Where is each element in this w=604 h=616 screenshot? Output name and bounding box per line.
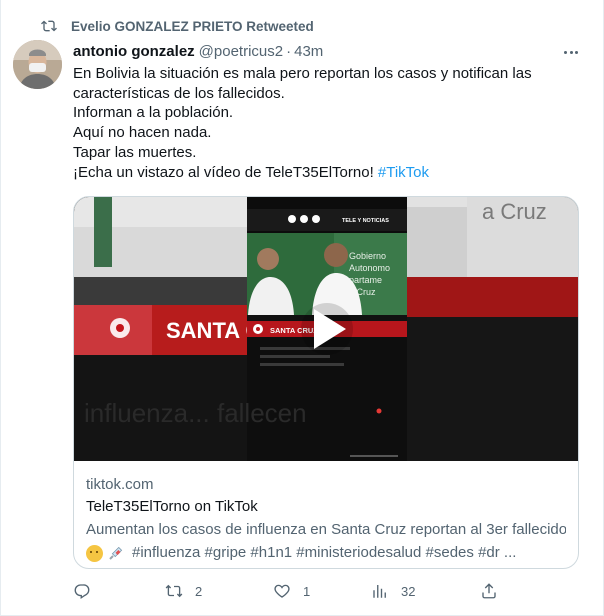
author-handle[interactable]: @poetricus2 [199,43,283,60]
tweet-text-line: características de los fallecidos. [73,84,285,102]
views-count: 32 [401,583,416,599]
tweet-text: En Bolivia la situación es mala pero rep… [73,64,591,182]
bottom-overlay-text: influenza... fallecen [84,398,307,428]
like-count: 1 [303,583,311,599]
tweet-text-line-last: ¡Echa un vistazo al vídeo de TeleT35ElTo… [73,163,591,183]
play-icon [301,303,353,355]
card-description-tags: #influenza #gripe #h1n1 #ministeriodesal… [86,543,566,563]
retweet-icon [165,584,183,598]
reply-icon [74,584,90,600]
reply-button[interactable] [73,582,103,600]
heart-icon [274,584,290,598]
tweet-text-line: Informan a la población. [73,104,234,122]
baby-emoji-icon [86,544,103,562]
views-button[interactable]: 32 [371,582,415,600]
separator-dot: · [286,42,292,60]
tweet-actions: 2 1 32 [73,582,513,602]
card-description: Aumentan los casos de influenza en Santa… [86,521,566,538]
video-thumbnail[interactable]: SANTA C a Cruz TELE Y NOTICIAS Gobierno … [74,197,578,461]
tweet[interactable]: Evelio GONZALEZ PRIETO Retweeted antonio… [0,0,604,616]
tweet-text-segment: ¡Echa un vistazo al vídeo de TeleT35ElTo… [73,163,378,181]
share-icon [482,583,496,599]
more-options-icon[interactable] [561,42,581,62]
retweet-context[interactable]: Evelio GONZALEZ PRIETO Retweeted [41,18,314,34]
sign-line-3: partame [349,275,382,285]
like-button[interactable]: 1 [273,582,310,600]
share-button[interactable] [480,582,498,600]
author-name[interactable]: antonio gonzalez [73,43,195,60]
retweet-label: Evelio GONZALEZ PRIETO Retweeted [71,18,314,34]
link-card[interactable]: SANTA C a Cruz TELE Y NOTICIAS Gobierno … [73,196,579,569]
tweet-content: antonio gonzalez @poetricus2 · 43m En Bo… [73,40,591,569]
tweet-timestamp[interactable]: 43m [294,43,323,60]
retweet-icon [41,20,57,32]
syringe-emoji-icon [107,545,124,562]
sign-line-2: Autonomo [349,263,390,273]
right-background-text: a Cruz [482,199,547,224]
retweet-count: 2 [195,583,203,599]
avatar[interactable] [13,40,62,89]
card-info: tiktok.com TeleT35ElTorno on TikTok Aume… [74,461,578,563]
analytics-icon [373,585,386,598]
tweet-text-line: Tapar las muertes. [73,143,197,161]
tweet-text-line: Aquí no hacen nada. [73,124,212,142]
card-hashtags: #influenza #gripe #h1n1 #ministeriodesal… [132,544,517,561]
tweet-header: antonio gonzalez @poetricus2 · 43m [73,40,591,62]
retweet-button[interactable]: 2 [165,582,202,600]
sign-line-1: Gobierno [349,251,386,261]
video-header-text: TELE Y NOTICIAS [342,218,389,224]
card-domain: tiktok.com [86,476,154,493]
card-title: TeleT35ElTorno on TikTok [86,498,258,515]
hashtag-link[interactable]: #TikTok [378,164,429,181]
tweet-text-line: En Bolivia la situación es mala pero rep… [73,65,532,82]
